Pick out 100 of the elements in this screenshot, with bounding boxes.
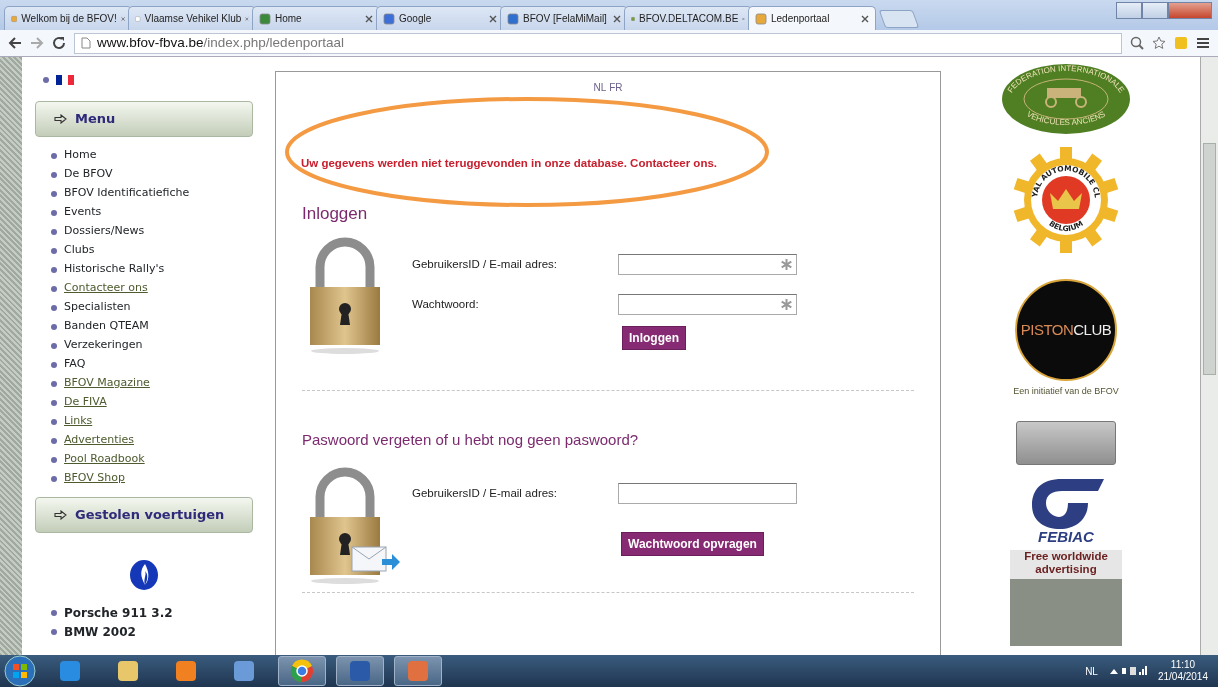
bullet-icon [51,247,57,254]
back-icon[interactable] [8,37,22,49]
scrollbar-thumb[interactable] [1203,143,1216,375]
tab-title: Welkom bij de BFOV! [21,12,117,26]
bullet-icon [51,609,57,616]
field-label: GebruikersID / E-mail adres: [411,257,559,273]
stolen-vehicle-link[interactable]: BMW 2002 [64,622,136,641]
bullet-icon [51,171,57,178]
bullet-icon [51,209,57,216]
page-icon [81,37,91,49]
tab-close-icon[interactable] [613,14,621,23]
start-button[interactable] [4,655,36,687]
scrollbar[interactable] [1200,57,1218,655]
browser-tab[interactable]: Ledenportaal [748,6,876,30]
minimize-button[interactable] [1116,2,1142,19]
bullet-icon [51,190,57,197]
menu-link[interactable]: Home [64,147,97,164]
menu-link[interactable]: Historische Rally's [64,261,165,278]
taskbar-button[interactable] [278,656,326,686]
bullet-icon [51,304,57,311]
star-icon[interactable] [1152,36,1166,50]
tab-close-icon[interactable] [489,14,497,23]
section-heading: Inloggen [302,203,369,226]
menu-header-title: Gestolen voertuigen [75,506,225,525]
submit-button[interactable]: Inloggen [622,325,686,350]
banner-text: Free worldwide advertising [1023,549,1109,576]
bullet-icon [51,266,57,273]
bullet-icon [51,456,57,463]
police-logo-icon[interactable] [129,559,159,591]
favicon-icon [755,12,767,25]
tab-close-icon[interactable] [365,14,373,23]
menu-link[interactable]: Verzekeringen [64,337,143,354]
zoom-icon[interactable] [1130,36,1144,50]
menu-link[interactable]: Specialisten [64,299,131,316]
menu-link[interactable]: Links [64,413,93,430]
input-field[interactable] [618,254,797,276]
bullet-icon [51,228,57,235]
tab-title: Ledenportaal [771,12,830,26]
error-message: Uw gegevens werden niet teruggevonden in onze database. Contacteer ons. [301,156,718,171]
taskbar-button[interactable] [336,656,384,686]
menu-link[interactable]: Banden QTEAM [64,318,149,335]
tab-title: Google [399,12,432,26]
menu-link[interactable]: Events [64,204,102,221]
reload-icon[interactable] [52,36,66,50]
tab-close-icon[interactable] [120,14,125,23]
menu-link[interactable]: Contacteer ons [64,280,148,297]
submit-button[interactable]: Wachtwoord opvragen [621,532,764,557]
bullet-icon [51,152,57,159]
logo-caption: Een initiatief van de BFOV [1013,385,1119,398]
menu-link[interactable]: FAQ [64,356,86,373]
menu-link[interactable]: BFOV Magazine [64,375,150,392]
clock-date: 21/04/2014 [1157,671,1208,684]
french-flag-icon[interactable] [56,75,74,85]
pistonclub-name: PISTONCLUB [1020,319,1112,340]
menu-link[interactable]: BFOV Identificatiefiche [64,185,190,202]
bullet-icon [51,380,57,387]
field-label: Wachtwoord: [411,297,480,313]
field-label: GebruikersID / E-mail adres: [411,485,559,501]
favicon-icon [383,12,395,25]
language-link[interactable]: FR [609,82,623,93]
menu-link[interactable]: BFOV Shop [64,470,126,487]
pistonclub-logo[interactable]: PISTONCLUB [1015,279,1117,381]
menu-link[interactable]: Clubs [64,242,95,259]
input-field[interactable] [618,482,797,504]
menu-icon[interactable] [1196,37,1210,49]
bullet-icon [51,285,57,292]
menu-header-title: Menu [75,110,116,129]
menu-link[interactable]: Dossiers/News [64,223,145,240]
favicon-icon [259,12,271,25]
menu-link[interactable]: De BFOV [64,166,113,183]
menu-link[interactable]: Advertenties [64,432,135,449]
maximize-button[interactable] [1142,2,1168,19]
keyboard-language[interactable]: NL [1085,663,1098,679]
classic-car-plate-logo[interactable] [1016,420,1116,465]
menu-link[interactable]: Pool Roadbook [64,451,145,468]
tab-title: Vlaamse Vehikel Klub [144,12,242,26]
bullet-icon [43,77,49,83]
tab-close-icon[interactable] [861,14,869,23]
section-heading: Paswoord vergeten of u hebt nog geen paswoord? [302,429,640,450]
stolen-vehicle-link[interactable]: Porsche 911 3.2 [64,603,173,622]
arrow-icon [54,510,67,520]
bullet-icon [51,418,57,425]
tab-title: Home [275,12,302,26]
febiac-logo[interactable]: FEBIAC [1028,476,1104,544]
tray-icons[interactable] [1107,665,1148,677]
url-text: www.bfov-fbva.be/index.php/ledenportaal [97,33,344,52]
bullet-icon [51,323,57,330]
menu-link[interactable]: De FIVA [64,394,107,411]
bullet-icon [51,475,57,482]
language-link[interactable]: NL [593,82,607,93]
advertising-banner[interactable]: Free worldwide advertising [1010,549,1122,646]
arrow-icon [54,114,67,124]
taskbar-clock[interactable]: 11:10 21/04/2014 [1157,658,1208,684]
bullet-icon [51,361,57,368]
bullet-icon [51,399,57,406]
clock-time: 11:10 [1169,658,1197,671]
input-field[interactable] [618,294,797,316]
address-bar[interactable]: www.bfov-fbva.be/index.php/ledenportaal [74,32,1122,54]
favicon-icon [507,12,519,25]
round-browser-icon [290,659,314,683]
